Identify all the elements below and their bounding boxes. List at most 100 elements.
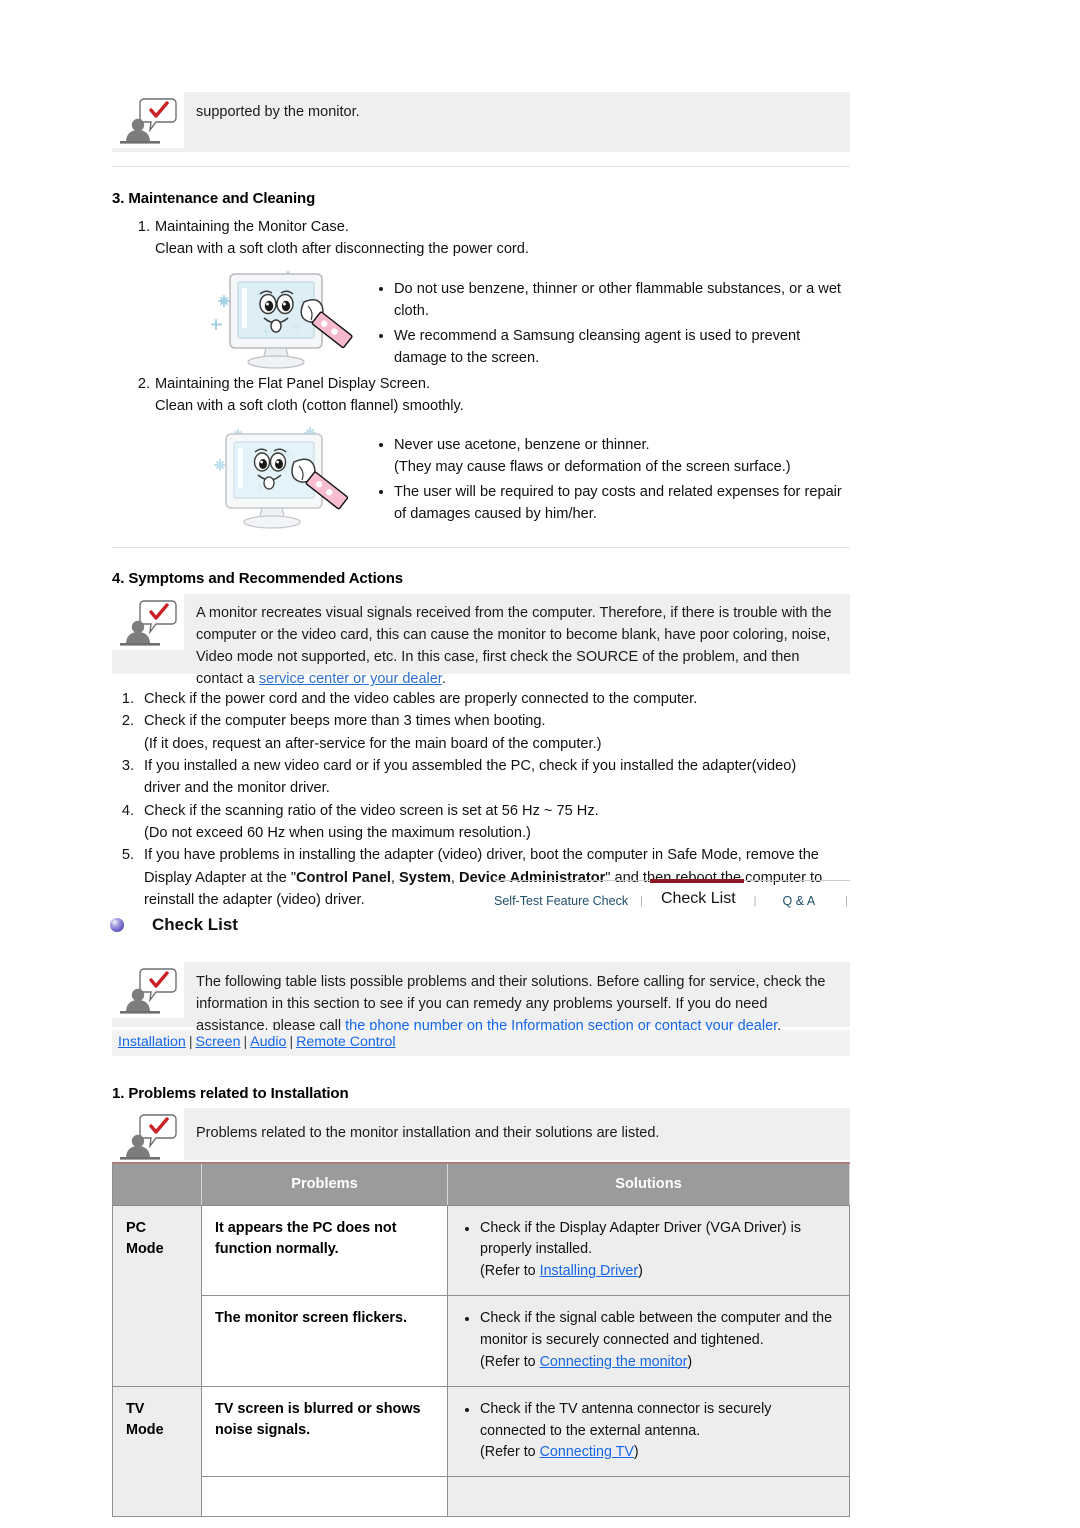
list-line: Check if the power cord and the video ca…	[144, 691, 698, 707]
refer-prefix: (Refer to	[480, 1444, 540, 1461]
crumb-audio[interactable]: Audio	[250, 1034, 286, 1050]
list-line: (If it does, request an after-service fo…	[144, 735, 602, 752]
cell-mode-pc: PC Mode	[112, 1204, 202, 1387]
nav-separator: |	[640, 895, 643, 907]
section-3-item-2: 2. Maintaining the Flat Panel Display Sc…	[112, 373, 850, 418]
cell-problem	[201, 1476, 448, 1518]
refer-prefix: (Refer to	[480, 1353, 540, 1370]
list-item: 2. Check if the computer beeps more than…	[112, 710, 850, 755]
note-icon-cell	[112, 1108, 184, 1164]
tab-q-and-a[interactable]: Q & A	[757, 887, 816, 908]
list-line-1: Maintaining the Monitor Case.	[155, 219, 349, 235]
connecting-the-monitor-link[interactable]: Connecting the monitor	[540, 1354, 688, 1370]
section-3-bullets-2: Never use acetone, benzene or thinner. (…	[375, 434, 845, 525]
mode-line-2: Mode	[126, 1241, 164, 1258]
bullet-line-a: Never use acetone, benzene or thinner.	[394, 437, 650, 453]
table-row	[113, 1476, 850, 1518]
service-center-link[interactable]: service center or your dealer	[259, 671, 442, 687]
col-header-mode	[112, 1162, 202, 1206]
mode-line-1: TV	[126, 1400, 145, 1417]
divider-1	[112, 166, 850, 167]
list-number: 1.	[137, 219, 150, 235]
top-note-text: supported by the monitor.	[196, 104, 360, 120]
mode-line-2: Mode	[126, 1422, 164, 1439]
bullet-item: We recommend a Samsung cleansing agent i…	[375, 325, 845, 370]
document-page: supported by the monitor. 3. Maintenance…	[0, 0, 1080, 1528]
list-line: If you installed a new video card or if …	[144, 757, 797, 774]
connecting-tv-link[interactable]: Connecting TV	[540, 1444, 634, 1460]
crumb-divider: |	[188, 1034, 193, 1050]
refer-suffix: )	[633, 1444, 639, 1461]
list-line: (Do not exceed 60 Hz when using the maxi…	[144, 824, 531, 841]
list-number: 1.	[121, 691, 134, 707]
list-line: driver and the monitor driver.	[144, 780, 330, 797]
bullet-item: The user will be required to pay costs a…	[375, 481, 845, 526]
list-item: 2. Maintaining the Flat Panel Display Sc…	[112, 373, 850, 418]
crumb-divider: |	[289, 1034, 294, 1050]
list-number: 2.	[121, 713, 134, 730]
crumb-screen[interactable]: Screen	[196, 1034, 241, 1050]
top-note-box: supported by the monitor.	[112, 92, 850, 152]
nav-separator: |	[845, 895, 849, 907]
crumb-installation[interactable]: Installation	[118, 1034, 186, 1050]
refer-prefix: (Refer to	[480, 1263, 540, 1280]
cell-solution: Check if the signal cable between the co…	[447, 1295, 850, 1387]
breadcrumb: Installation | Screen | Audio | Remote Control	[112, 1030, 850, 1056]
list-line-1: Maintaining the Flat Panel Display Scree…	[155, 376, 430, 392]
list-number: 2.	[137, 376, 150, 392]
solution-main-text: Check if the Display Adapter Driver (VGA…	[480, 1219, 801, 1258]
table-row: TV Mode TV screen is blurred or shows no…	[112, 1385, 850, 1518]
cell-solution: Check if the TV antenna connector is sec…	[447, 1385, 850, 1478]
note-icon-cell	[112, 92, 184, 148]
active-tab-underline	[650, 879, 744, 883]
table-head: Problems Solutions	[112, 1162, 850, 1206]
table-row: PC Mode It appears the PC does not funct…	[112, 1204, 850, 1387]
bullet-item: Check if the TV antenna connector is sec…	[461, 1399, 836, 1465]
list-line: Check if the computer beeps more than 3 …	[144, 713, 546, 730]
section-3-heading: 3. Maintenance and Cleaning	[112, 190, 316, 207]
page-title: Check List	[152, 915, 238, 934]
mode-line-1: PC	[126, 1219, 146, 1236]
check-list-title-row: Check List	[110, 915, 238, 935]
crumb-remote-control[interactable]: Remote Control	[296, 1034, 395, 1050]
cell-problem: TV screen is blurred or shows noise sign…	[201, 1385, 448, 1478]
step5-mid-2: ,	[450, 869, 460, 886]
installation-heading: 1. Problems related to Installation	[112, 1085, 349, 1102]
monitor-cleaning-figure-2	[176, 418, 356, 535]
refer-suffix: )	[687, 1353, 693, 1370]
section-3-item-1: 1. Maintaining the Monitor Case. Clean w…	[112, 216, 850, 261]
list-number: 3.	[121, 757, 134, 774]
tab-check-list[interactable]: Check List	[643, 887, 736, 908]
installing-driver-link[interactable]: Installing Driver	[540, 1263, 639, 1279]
check-list-note-box: The following table lists possible probl…	[112, 962, 850, 1034]
cell-problem: The monitor screen flickers.	[201, 1295, 448, 1387]
list-number: 5.	[121, 847, 134, 864]
section-nav: Self-Test Feature Check | Check List | Q…	[494, 880, 850, 908]
section-3-bullets-1: Do not use benzene, thinner or other fla…	[375, 278, 845, 369]
installation-note-box: Problems related to the monitor installa…	[112, 1108, 850, 1164]
control-panel-label: Control Panel	[296, 869, 391, 886]
tab-self-test-feature-check[interactable]: Self-Test Feature Check	[494, 887, 628, 908]
person-speech-check-icon	[120, 98, 177, 144]
purple-sphere-bullet-icon	[110, 918, 124, 932]
section-4-steps: 1. Check if the power cord and the video…	[112, 688, 850, 911]
list-line: Check if the scanning ratio of the video…	[144, 802, 599, 819]
section-4-note-box: A monitor recreates visual signals recei…	[112, 594, 850, 687]
monitor-cleaning-figure-1	[176, 258, 356, 375]
list-number: 4.	[121, 802, 134, 819]
list-item: 1. Maintaining the Monitor Case. Clean w…	[112, 216, 850, 261]
step5-mid-1: ,	[390, 869, 399, 886]
table-body: PC Mode It appears the PC does not funct…	[112, 1204, 850, 1518]
bullet-item: Never use acetone, benzene or thinner. (…	[375, 434, 845, 479]
cell-mode-tv: TV Mode	[112, 1385, 202, 1518]
section-4-note-text: A monitor recreates visual signals recei…	[184, 594, 850, 700]
bullet-item: Check if the Display Adapter Driver (VGA…	[461, 1218, 836, 1284]
list-item: 4. Check if the scanning ratio of the vi…	[112, 800, 850, 845]
system-label: System	[399, 869, 451, 886]
list-item: 1. Check if the power cord and the video…	[112, 688, 850, 710]
list-item: 3. If you installed a new video card or …	[112, 755, 850, 800]
refer-suffix: )	[638, 1263, 643, 1280]
list-line-2: Clean with a soft cloth (cotton flannel)…	[155, 398, 464, 415]
solution-main-text: Check if the TV antenna connector is sec…	[480, 1400, 772, 1439]
table-header-row: Problems Solutions	[112, 1162, 850, 1206]
